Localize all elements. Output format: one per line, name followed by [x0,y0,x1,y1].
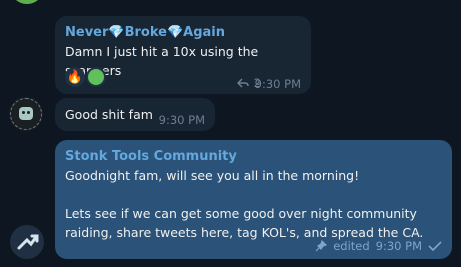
robot-icon [19,107,33,120]
message-time: 9:30 PM [158,113,205,127]
stonk-logo-icon [17,234,39,250]
channel-avatar[interactable] [10,225,44,259]
sender-name[interactable]: Stonk Tools Community [65,149,237,164]
message-time: 9:30 PM [254,77,301,91]
message-meta: edited 9:30 PM [315,239,442,253]
user-avatar[interactable] [9,97,43,131]
message-text: Good shit fam [65,107,153,122]
message-bubble-2[interactable]: Good shit fam 9:30 PM [55,98,215,131]
checkmark-icon [428,241,442,251]
sender-name[interactable]: Never💎Broke💎Again [65,25,225,40]
message-time: 9:30 PM [375,239,422,253]
message-bubble-3[interactable]: Stonk Tools Community Goodnight fam, wil… [55,140,452,259]
sender-avatar-partial[interactable] [10,0,44,4]
reaction-fire[interactable]: 🔥 [65,67,85,87]
fire-icon: 🔥 [66,69,84,85]
message-text: Goodnight fam, will see you all in the m… [65,168,424,240]
reply-arrow-icon [236,78,249,88]
edited-label: edited [333,239,370,253]
reaction-green-circle[interactable] [86,67,106,87]
green-circle-icon [88,69,104,85]
message-bubble-1[interactable]: Never💎Broke💎Again Damn I just hit a 10x … [55,16,311,94]
pin-icon [315,240,328,252]
